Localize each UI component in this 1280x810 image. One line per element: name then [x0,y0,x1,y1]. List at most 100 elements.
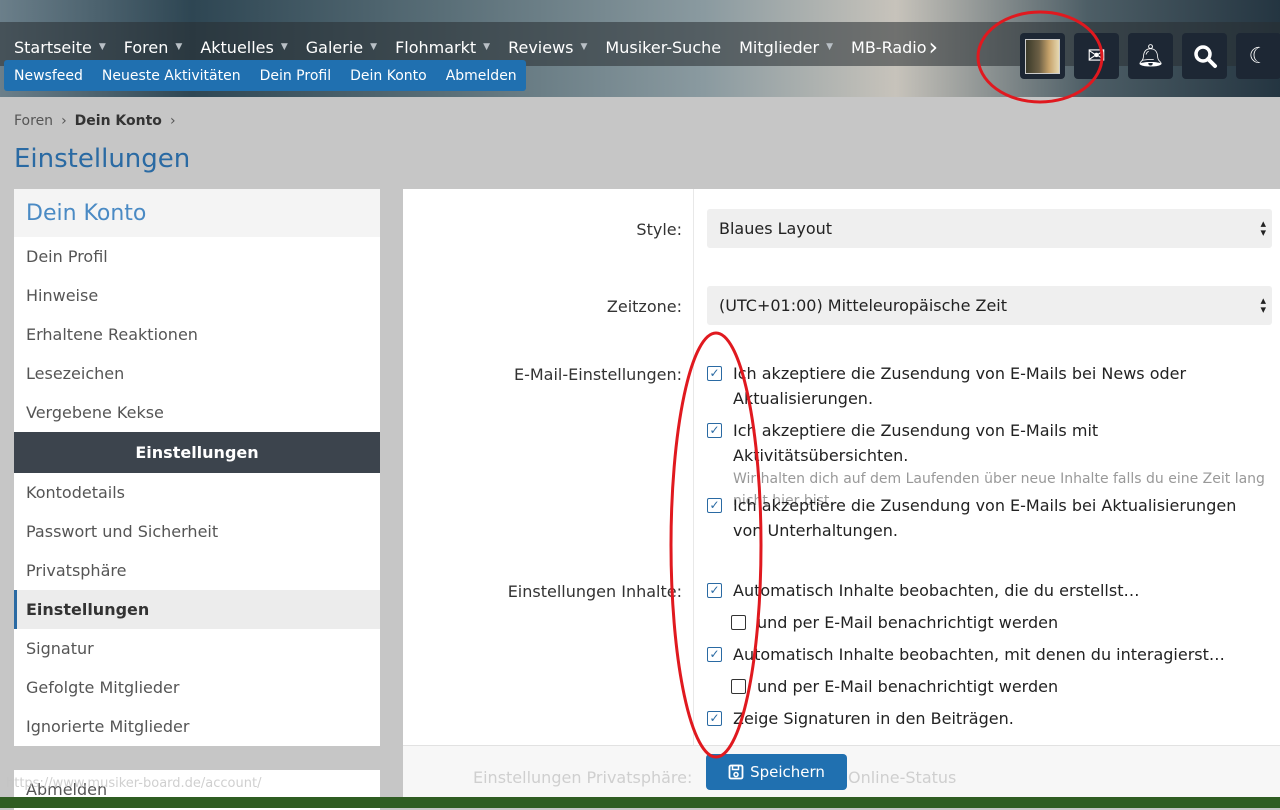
checkbox-checked-icon[interactable]: ✓ [707,583,722,598]
sub-nav: Newsfeed Neueste Aktivitäten Dein Profil… [4,60,526,91]
sidebar-item[interactable]: Vergebene Kekse [14,393,380,432]
nav-item[interactable]: Aktuelles ▼ [200,33,287,61]
checkbox-checked-icon[interactable]: ✓ [707,711,722,726]
nav-item-label: MB-Radio [851,37,927,57]
nav-item[interactable]: Galerie ▼ [306,33,377,61]
caret-down-icon: ▼ [280,42,288,52]
nav-item[interactable]: Reviews ▼ [508,33,587,61]
checkbox-unchecked-icon[interactable] [731,615,746,630]
checkbox-label: und per E-Mail benachrichtigt werden [757,613,1059,632]
chevron-right-icon: › [169,113,176,129]
select-arrows-icon: ▴ ▾ [1260,294,1266,316]
subnav-neueste-aktivitaeten[interactable]: Neueste Aktivitäten [102,68,241,84]
sidebar-item: Einstellungen [14,432,380,473]
settings-form: Style: Blaues Layout ▴ ▾ Zeitzone: (UTC+01… [403,189,1280,799]
search-button[interactable] [1182,33,1227,79]
account-button[interactable] [1020,33,1065,79]
checkbox-option[interactable]: und per E-Mail benachrichtigt werden [731,610,1280,635]
caret-down-icon: ▼ [370,42,378,52]
sidebar-item[interactable]: Einstellungen [14,590,380,629]
checkbox-checked-icon[interactable]: ✓ [707,498,722,513]
nav-item[interactable]: Flohmarkt ▼ [395,33,490,61]
breadcrumb-foren[interactable]: Foren [14,113,53,129]
sidebar-item[interactable]: Privatsphäre [14,551,380,590]
floppy-disk-icon [728,764,744,780]
sidebar-item[interactable]: Erhaltene Reaktionen [14,315,380,354]
sidebar-item[interactable]: Ignorierte Mitglieder [14,707,380,746]
save-label: Speichern [750,763,825,781]
nav-item-label: Mitglieder [739,37,820,57]
moon-icon: ☾ [1248,43,1269,69]
alerts-button[interactable]: 🔔︎ [1128,33,1173,79]
theme-toggle-button[interactable]: ☾ [1236,33,1280,79]
nav-item-label: Musiker-Suche [605,37,722,57]
nav-item-label: Foren [123,37,169,57]
checkbox-option[interactable]: ✓ Automatisch Inhalte beobachten, mit den… [707,642,1267,667]
subnav-dein-profil[interactable]: Dein Profil [260,68,332,84]
privacy-label: Einstellungen Privatsphäre: [473,768,693,787]
checkbox-checked-icon[interactable]: ✓ [707,647,722,662]
envelope-icon: ✉ [1087,43,1106,69]
checkbox-option[interactable]: ✓ Ich akzeptiere die Zusendung von E-Mail… [707,493,1267,543]
timezone-value: (UTC+01:00) Mitteleuropäische Zeit [719,296,1008,315]
checkbox-checked-icon[interactable]: ✓ [707,366,722,381]
checkbox-label: Ich akzeptiere die Zusendung von E-Mails… [733,496,1237,540]
sidebar-item[interactable]: Dein Profil [14,237,380,276]
caret-down-icon: ▼ [175,42,183,52]
subnav-dein-konto[interactable]: Dein Konto [350,68,427,84]
sidebar-item[interactable]: Hinweise [14,276,380,315]
status-bar-url: https://www.musiker-board.de/account/ [6,776,262,791]
timezone-select[interactable]: (UTC+01:00) Mitteleuropäische Zeit ▴ ▾ [707,286,1272,325]
privacy-online-status: Online-Status [848,768,957,787]
nav-item[interactable]: Mitglieder ▼ [739,33,833,61]
email-settings-label: E-Mail-Einstellungen: [513,365,682,384]
checkbox-label: Ich akzeptiere die Zusendung von E-Mails… [733,364,1187,408]
sidebar: Dein Konto Dein Profil Hinweise Erhaltene … [14,189,380,746]
page-title: Einstellungen [14,144,191,174]
form-footer: Einstellungen Privatsphäre: Online-Statu… [403,745,1280,797]
style-label: Style: [636,220,682,239]
checkbox-option[interactable]: ✓ Ich akzeptiere die Zusendung von E-Mail… [707,361,1267,411]
style-select[interactable]: Blaues Layout ▴ ▾ [707,209,1272,248]
subnav-newsfeed[interactable]: Newsfeed [14,68,83,84]
nav-item-label: Startseite [14,37,92,57]
avatar [1025,38,1060,74]
nav-item-label: Reviews [508,37,574,57]
divider [693,189,694,749]
checkbox-option[interactable]: ✓ Zeige Signaturen in den Beiträgen. [707,706,1267,731]
content-settings-label: Einstellungen Inhalte: [507,582,682,601]
caret-down-icon: ▼ [826,42,834,52]
checkbox-label: Ich akzeptiere die Zusendung von E-Mails… [733,421,1099,465]
save-button[interactable]: Speichern [706,754,847,790]
sidebar-item[interactable]: Kontodetails [14,473,380,512]
nav-item-label: Flohmarkt [395,37,477,57]
checkbox-label: und per E-Mail benachrichtigt werden [757,677,1059,696]
nav-item[interactable]: MB-Radio [851,33,927,61]
nav-item[interactable]: Musiker-Suche [605,33,721,61]
sidebar-item[interactable]: Signatur [14,629,380,668]
subnav-abmelden[interactable]: Abmelden [446,68,517,84]
sidebar-header: Dein Konto [14,189,380,237]
sidebar-item[interactable]: Gefolgte Mitglieder [14,668,380,707]
inbox-button[interactable]: ✉ [1074,33,1119,79]
checkbox-label: Automatisch Inhalte beobachten, die du e… [733,581,1140,600]
checkbox-label: Automatisch Inhalte beobachten, mit dene… [733,645,1225,664]
caret-down-icon: ▼ [580,42,588,52]
sidebar-item[interactable]: Lesezeichen [14,354,380,393]
select-arrows-icon: ▴ ▾ [1260,217,1266,239]
checkbox-label: Zeige Signaturen in den Beiträgen. [733,709,1014,728]
sidebar-item[interactable]: Passwort und Sicherheit [14,512,380,551]
main-nav: Startseite ▼ Foren ▼ Aktuelles ▼ Galerie ▼ Flohm… [14,33,956,61]
checkbox-checked-icon[interactable]: ✓ [707,423,722,438]
checkbox-option[interactable]: und per E-Mail benachrichtigt werden [731,674,1280,699]
bell-icon: 🔔︎ [1136,43,1165,69]
nav-item-label: Galerie [305,37,364,57]
header-icons: ✉ 🔔︎ ☾ [1020,33,1280,79]
breadcrumb: Foren › Dein Konto › [14,113,176,129]
nav-item[interactable]: Startseite ▼ [14,33,106,61]
nav-item[interactable]: Foren ▼ [124,33,183,61]
checkbox-option[interactable]: ✓ Automatisch Inhalte beobachten, die du … [707,578,1267,603]
breadcrumb-dein-konto[interactable]: Dein Konto [75,113,162,129]
checkbox-unchecked-icon[interactable] [731,679,746,694]
nav-scroll-right-icon[interactable]: › [929,33,939,61]
